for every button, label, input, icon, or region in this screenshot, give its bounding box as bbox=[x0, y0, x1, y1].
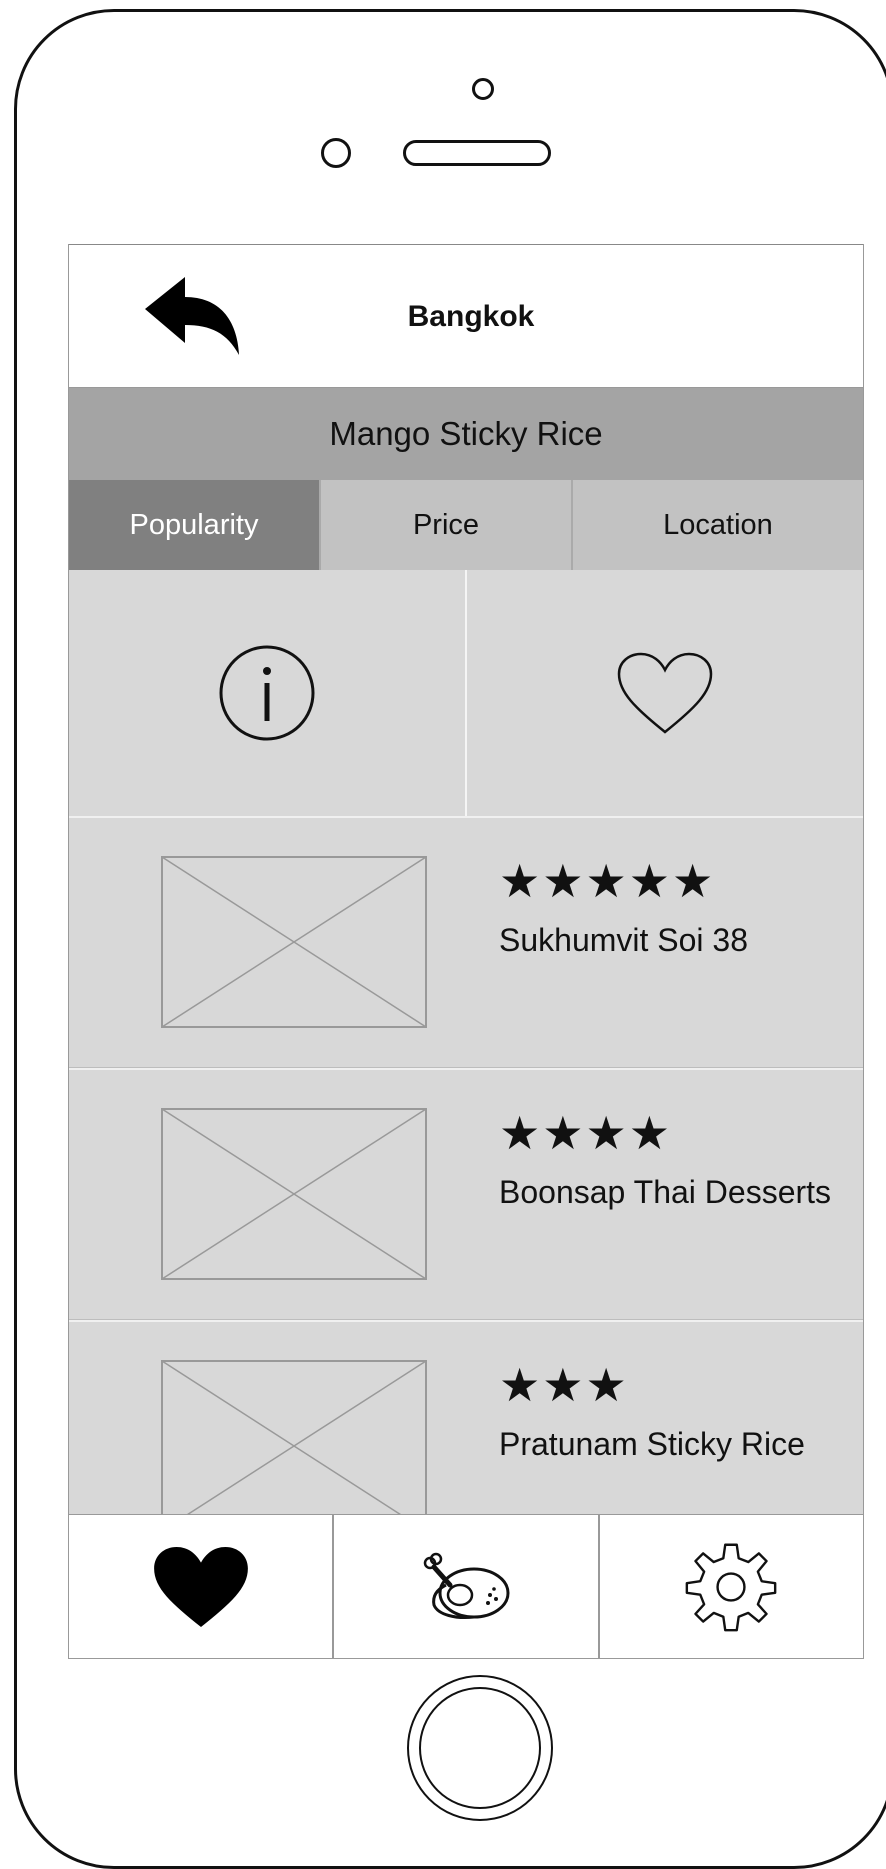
list-item[interactable]: ★★★★ Boonsap Thai Desserts bbox=[69, 1068, 863, 1320]
roast-chicken-icon bbox=[423, 1552, 510, 1619]
action-row bbox=[69, 570, 863, 816]
info-icon bbox=[219, 645, 315, 741]
app-screen: Bangkok Mango Sticky Rice Popularity Pri… bbox=[68, 244, 864, 1659]
sort-tabs: Popularity Price Location bbox=[69, 480, 863, 570]
restaurant-name: Pratunam Sticky Rice bbox=[499, 1426, 805, 1462]
dish-title-bar: Mango Sticky Rice bbox=[69, 388, 863, 480]
tab-location[interactable]: Location bbox=[573, 480, 863, 570]
tabbar-favorites[interactable] bbox=[69, 1515, 333, 1658]
heart-filled-icon bbox=[153, 1546, 248, 1627]
rating-stars: ★★★ bbox=[499, 1359, 629, 1411]
sensor bbox=[321, 138, 351, 168]
bottom-tab-bar bbox=[69, 1514, 863, 1659]
tabbar-settings[interactable] bbox=[597, 1515, 863, 1658]
info-button[interactable] bbox=[69, 570, 465, 816]
front-camera bbox=[472, 78, 494, 100]
tab-price[interactable]: Price bbox=[321, 480, 573, 570]
image-placeholder bbox=[161, 856, 427, 1028]
image-placeholder bbox=[161, 1108, 427, 1280]
restaurant-name: Boonsap Thai Desserts bbox=[499, 1174, 832, 1210]
home-button[interactable] bbox=[407, 1675, 553, 1821]
back-arrow-icon bbox=[145, 277, 239, 355]
image-placeholder bbox=[161, 1360, 427, 1532]
favorite-button[interactable] bbox=[465, 570, 863, 816]
heart-outline-icon bbox=[617, 652, 713, 734]
restaurant-name: Sukhumvit Soi 38 bbox=[499, 922, 749, 958]
rating-stars: ★★★★ bbox=[499, 1107, 672, 1159]
gear-icon bbox=[685, 1543, 777, 1631]
tabbar-food[interactable] bbox=[332, 1515, 598, 1658]
tab-popularity[interactable]: Popularity bbox=[69, 480, 321, 570]
header: Bangkok bbox=[69, 244, 863, 388]
rating-stars: ★★★★★ bbox=[499, 855, 716, 907]
speaker-grille bbox=[403, 140, 551, 166]
back-button[interactable] bbox=[141, 275, 245, 359]
list-item[interactable]: ★★★★★ Sukhumvit Soi 38 bbox=[69, 816, 863, 1068]
